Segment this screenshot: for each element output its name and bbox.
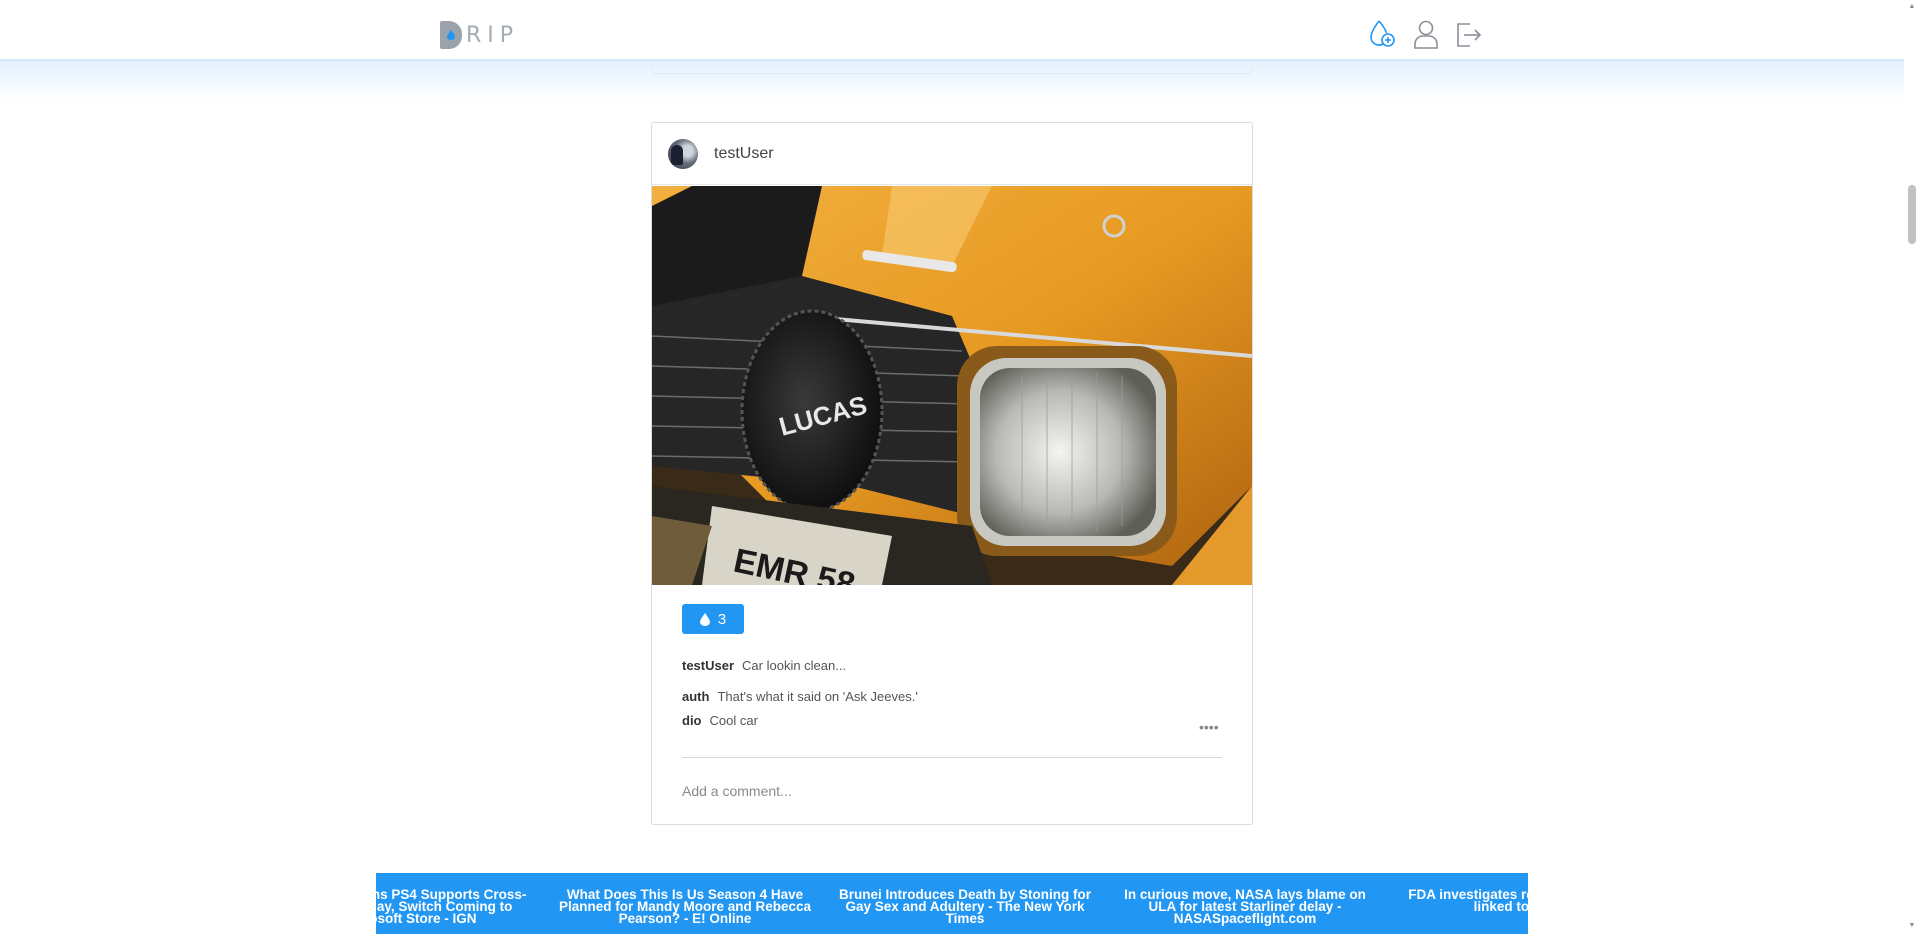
- news-ticker: Sony Confirms PS4 Supports Cross-Platfor…: [376, 873, 1528, 934]
- scroll-down-icon[interactable]: ▼: [1908, 922, 1916, 930]
- scroll-up-icon[interactable]: ▲: [1908, 3, 1916, 11]
- logout-icon[interactable]: [1454, 18, 1484, 50]
- avatar[interactable]: [668, 139, 698, 169]
- comment-username[interactable]: dio: [682, 713, 702, 728]
- news-item[interactable]: Sony Confirms PS4 Supports Cross-Platfor…: [376, 888, 540, 926]
- comment-username[interactable]: testUser: [682, 658, 734, 673]
- comment-text: Car lookin clean...: [742, 658, 847, 673]
- page-scrollbar[interactable]: ▲ ▼: [1904, 0, 1920, 934]
- scroll-thumb[interactable]: [1908, 185, 1916, 244]
- drop-icon: [699, 612, 710, 626]
- comment-item: auth That's what it said on 'Ask Jeeves.': [682, 689, 918, 704]
- drip-logo[interactable]: RIP: [440, 20, 519, 50]
- comment-divider: [682, 757, 1222, 758]
- comment-item: dio Cool car: [682, 713, 758, 728]
- like-button[interactable]: 3: [682, 604, 744, 634]
- user-icon[interactable]: [1411, 18, 1441, 50]
- post-username[interactable]: testUser: [714, 145, 774, 163]
- drop-add-icon[interactable]: [1367, 18, 1397, 50]
- top-navbar: RIP: [0, 0, 1904, 61]
- news-item[interactable]: FDA investigates reports of seizures lin…: [1394, 888, 1528, 914]
- comment-text: That's what it said on 'Ask Jeeves.': [717, 689, 918, 704]
- logo-text: RIP: [466, 22, 520, 48]
- news-item[interactable]: What Does This Is Us Season 4 Have Plann…: [554, 888, 816, 926]
- news-item[interactable]: Brunei Introduces Death by Stoning for G…: [834, 888, 1096, 926]
- comment-username[interactable]: auth: [682, 689, 709, 704]
- logo-d-mark: [440, 21, 462, 49]
- post-header: testUser: [652, 123, 1252, 185]
- like-count: 3: [717, 610, 727, 628]
- feed-page: RIP testUser LUCAS EMR 58 3 testUser Car…: [0, 0, 1920, 934]
- comment-text: Cool car: [709, 713, 758, 728]
- post-card: testUser LUCAS EMR 58 3 testUser Car loo…: [651, 122, 1253, 825]
- logo-drop-icon: [447, 30, 455, 40]
- add-comment-input[interactable]: [682, 779, 1222, 803]
- post-image[interactable]: LUCAS EMR 58: [652, 186, 1252, 585]
- comment-item: testUser Car lookin clean...: [682, 658, 846, 673]
- more-options-icon[interactable]: ••••: [1199, 719, 1219, 735]
- header-shadow: [0, 61, 1904, 101]
- news-item[interactable]: In curious move, NASA lays blame on ULA …: [1114, 888, 1376, 926]
